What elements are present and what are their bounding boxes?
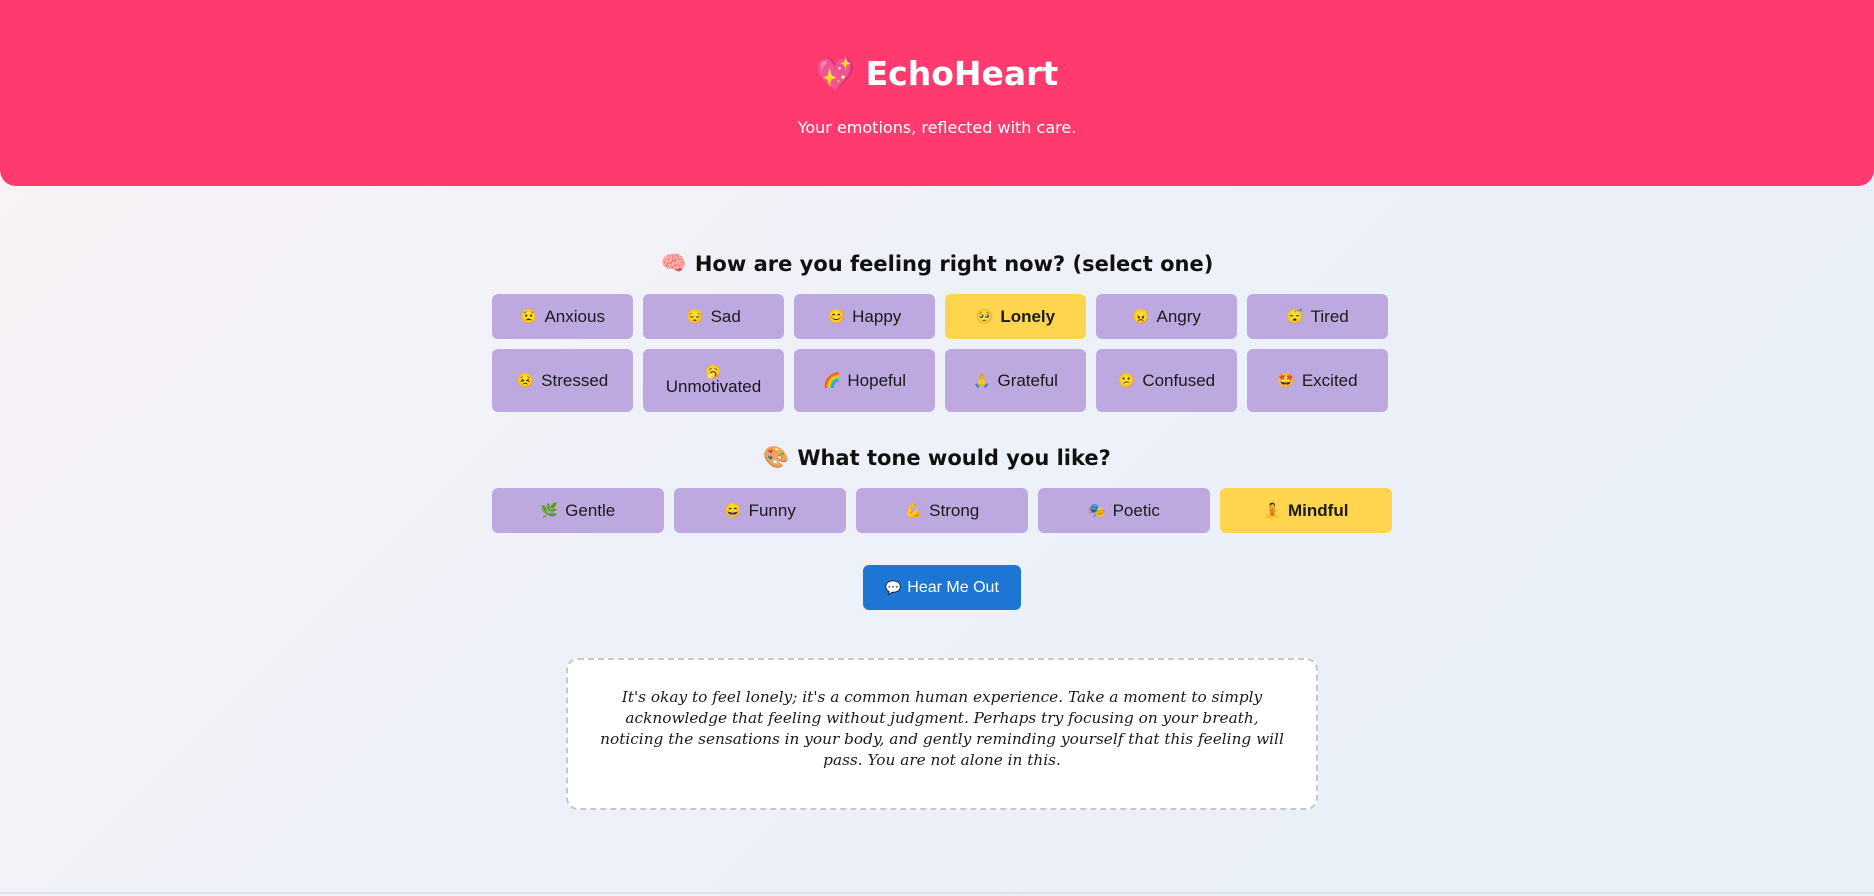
star-struck-face-icon: 🤩 [1277, 372, 1295, 388]
mood-option-label: Tired [1310, 306, 1349, 326]
mood-option-label: Sad [710, 306, 741, 326]
sleeping-face-icon: 😴 [1286, 308, 1304, 324]
response-text: It's okay to feel lonely; it's a common … [600, 688, 1284, 769]
tone-option-label: Strong [929, 500, 980, 520]
confused-face-icon: 😕 [1117, 372, 1136, 388]
tone-option-label: Mindful [1288, 500, 1349, 520]
page: 💖 EchoHeart Your emotions, reflected wit… [0, 0, 1874, 894]
mood-option-sad[interactable]: 😔 Sad [643, 294, 784, 339]
app-header: 💖 EchoHeart Your emotions, reflected wit… [0, 0, 1874, 186]
meditating-person-icon: 🧘 [1263, 502, 1281, 518]
response-box: It's okay to feel lonely; it's a common … [566, 658, 1318, 810]
mood-option-hopeful[interactable]: 🌈 Hopeful [794, 349, 935, 412]
tone-option-label: Gentle [565, 500, 616, 520]
hear-me-out-label: Hear Me Out [907, 578, 999, 596]
tone-options: 🌿 Gentle 😄 Funny 💪 Strong 🎭 Poetic 🧘 Min… [492, 488, 1392, 533]
mood-option-label: Grateful [997, 370, 1058, 390]
mood-option-label: Lonely [1000, 306, 1056, 326]
app-title-text: EchoHeart [865, 54, 1059, 93]
sad-face-icon: 😔 [686, 308, 704, 324]
mood-option-stressed[interactable]: 😣 Stressed [492, 349, 633, 412]
mood-option-happy[interactable]: 😊 Happy [794, 294, 935, 339]
mood-option-label: Stressed [541, 370, 609, 390]
tone-option-poetic[interactable]: 🎭 Poetic [1038, 488, 1210, 533]
mood-option-tired[interactable]: 😴 Tired [1247, 294, 1388, 339]
folded-hands-icon: 🙏 [973, 372, 991, 388]
tone-section-title-text: What tone would you like? [797, 445, 1111, 470]
tone-option-gentle[interactable]: 🌿 Gentle [492, 488, 664, 533]
tone-option-label: Funny [748, 500, 796, 520]
laughing-face-icon: 😄 [724, 502, 742, 518]
tone-option-strong[interactable]: 💪 Strong [856, 488, 1028, 533]
palette-icon: 🎨 [763, 445, 790, 469]
mood-option-label: Hopeful [847, 370, 907, 390]
mood-option-grateful[interactable]: 🙏 Grateful [945, 349, 1086, 412]
mood-option-excited[interactable]: 🤩 Excited [1247, 349, 1388, 412]
tone-option-label: Poetic [1112, 500, 1160, 520]
mood-options: 😟 Anxious 😔 Sad 😊 Happy 🥺 Lonely 😠 Angry… [492, 294, 1392, 412]
tone-section-title: 🎨 What tone would you like? [0, 445, 1874, 470]
mood-option-label: Anxious [544, 306, 605, 326]
mood-option-label: Confused [1142, 370, 1216, 390]
tone-option-mindful[interactable]: 🧘 Mindful [1220, 488, 1392, 533]
stressed-face-icon: 😣 [516, 372, 535, 388]
theater-masks-icon: 🎭 [1088, 502, 1106, 518]
mood-section-title-text: How are you feeling right now? (select o… [694, 251, 1214, 276]
happy-face-icon: 😊 [827, 308, 846, 324]
flexed-biceps-icon: 💪 [904, 502, 923, 518]
mood-option-unmotivated[interactable]: 🥱 Unmotivated [643, 349, 784, 412]
mood-option-angry[interactable]: 😠 Angry [1096, 294, 1237, 339]
pleading-face-icon: 🥺 [975, 308, 994, 324]
mood-option-lonely[interactable]: 🥺 Lonely [945, 294, 1086, 339]
brain-icon: 🧠 [660, 251, 687, 275]
tone-option-funny[interactable]: 😄 Funny [674, 488, 846, 533]
mood-option-label: Happy [852, 306, 902, 326]
yawning-face-icon: 🥱 [705, 363, 722, 379]
app-title: 💖 EchoHeart [0, 54, 1874, 93]
mood-option-label: Excited [1301, 370, 1358, 390]
mood-option-confused[interactable]: 😕 Confused [1096, 349, 1237, 412]
mood-option-anxious[interactable]: 😟 Anxious [492, 294, 633, 339]
speech-bubble-icon: 💬 [885, 579, 902, 595]
mood-section-title: 🧠 How are you feeling right now? (select… [0, 251, 1874, 276]
mood-option-label: Angry [1156, 306, 1201, 326]
anxious-face-icon: 😟 [520, 308, 538, 324]
hear-me-out-button[interactable]: 💬 Hear Me Out [863, 565, 1021, 610]
angry-face-icon: 😠 [1132, 308, 1150, 324]
mood-option-label: Unmotivated [665, 377, 762, 397]
app-subtitle: Your emotions, reflected with care. [797, 118, 1077, 137]
sparkling-heart-icon: 💖 [815, 54, 856, 93]
rainbow-icon: 🌈 [822, 372, 841, 388]
herb-icon: 🌿 [540, 502, 559, 518]
